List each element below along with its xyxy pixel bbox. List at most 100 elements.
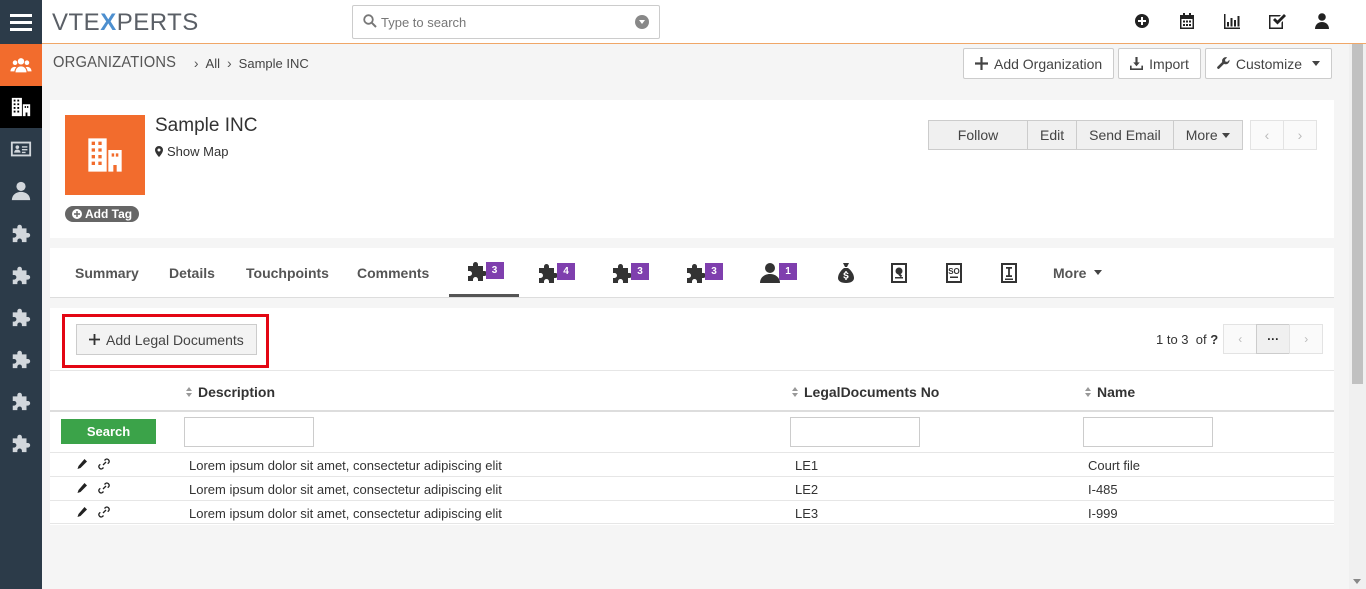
pagination-total[interactable]: ? bbox=[1210, 332, 1218, 347]
tab-contacts[interactable]: 1 bbox=[758, 248, 797, 297]
more-actions-label: More bbox=[1185, 127, 1218, 143]
puzzle-icon bbox=[12, 266, 31, 285]
pencil-icon[interactable] bbox=[76, 482, 88, 494]
page-jump-button[interactable]: ··· bbox=[1256, 324, 1291, 354]
add-tag-button[interactable]: Add Tag bbox=[65, 206, 140, 222]
tab-sales-orders[interactable]: SO bbox=[942, 248, 966, 297]
cell-legaldocuments-no: LE3 bbox=[795, 506, 819, 521]
table-row[interactable]: Lorem ipsum dolor sit amet, consectetur … bbox=[50, 476, 1334, 500]
link-icon[interactable] bbox=[98, 482, 110, 494]
follow-button[interactable]: Follow bbox=[928, 120, 1028, 150]
add-organization-button[interactable]: Add Organization bbox=[962, 48, 1115, 79]
next-record-button[interactable]: › bbox=[1283, 120, 1317, 150]
sidebar-item-module-5[interactable] bbox=[0, 380, 42, 422]
puzzle-icon bbox=[12, 350, 31, 369]
sidebar-item-module-2[interactable] bbox=[0, 254, 42, 296]
show-map-link[interactable]: Show Map bbox=[155, 144, 228, 159]
tab-invoices[interactable] bbox=[997, 248, 1021, 297]
vertical-scrollbar[interactable] bbox=[1349, 44, 1366, 589]
customize-button[interactable]: Customize bbox=[1204, 48, 1332, 79]
tab-comments[interactable]: Comments bbox=[357, 248, 429, 297]
sidebar-item-module-4[interactable] bbox=[0, 338, 42, 380]
table-row[interactable]: Lorem ipsum dolor sit amet, consectetur … bbox=[50, 452, 1334, 476]
calendar-button[interactable] bbox=[1164, 12, 1209, 30]
tasks-button[interactable] bbox=[1254, 12, 1299, 30]
scrollbar-thumb[interactable] bbox=[1352, 44, 1363, 384]
top-bar: VTEXPERTS bbox=[42, 0, 1366, 44]
pencil-icon[interactable] bbox=[76, 506, 88, 518]
header-divider bbox=[50, 410, 1334, 412]
chevron-right-icon: › bbox=[227, 55, 232, 71]
reports-button[interactable] bbox=[1209, 12, 1254, 30]
legaldocuments-no-filter-input[interactable] bbox=[790, 417, 920, 447]
column-header-name[interactable]: Name bbox=[1085, 384, 1135, 400]
link-icon[interactable] bbox=[98, 506, 110, 518]
search-button[interactable]: Search bbox=[61, 419, 156, 444]
quick-create-button[interactable] bbox=[1119, 12, 1164, 30]
tab-related-module-3[interactable]: 3 bbox=[610, 248, 649, 297]
send-email-button[interactable]: Send Email bbox=[1076, 120, 1174, 150]
sidebar-item-module-1[interactable] bbox=[0, 212, 42, 254]
next-page-button[interactable]: › bbox=[1289, 324, 1324, 354]
search-dropdown-icon[interactable] bbox=[635, 15, 649, 29]
tab-count-badge: 4 bbox=[557, 263, 575, 280]
sidebar-item-contact-card[interactable] bbox=[0, 128, 42, 170]
tab-related-module-2[interactable]: 4 bbox=[536, 248, 575, 297]
tab-quotes[interactable] bbox=[887, 248, 911, 297]
import-label: Import bbox=[1149, 55, 1189, 72]
description-filter-input[interactable] bbox=[184, 417, 314, 447]
organization-avatar bbox=[65, 115, 145, 195]
cell-name: I-999 bbox=[1088, 506, 1118, 521]
pencil-icon[interactable] bbox=[76, 458, 88, 470]
wrench-icon bbox=[1217, 57, 1230, 69]
cell-description: Lorem ipsum dolor sit amet, consectetur … bbox=[189, 482, 502, 497]
tab-summary[interactable]: Summary bbox=[75, 248, 139, 297]
show-map-label: Show Map bbox=[167, 144, 229, 159]
tab-legal-documents[interactable]: 3 bbox=[449, 248, 519, 297]
column-label: Name bbox=[1097, 384, 1136, 400]
tab-related-module-4[interactable]: 3 bbox=[684, 248, 723, 297]
more-actions-button[interactable]: More bbox=[1172, 120, 1243, 150]
svg-text:SO: SO bbox=[948, 267, 960, 276]
tab-touchpoints[interactable]: Touchpoints bbox=[246, 248, 329, 297]
table-row[interactable]: Lorem ipsum dolor sit amet, consectetur … bbox=[50, 500, 1334, 524]
tab-more[interactable]: More bbox=[1053, 248, 1103, 297]
reports-icon bbox=[1223, 14, 1240, 29]
add-legal-documents-button[interactable]: Add Legal Documents bbox=[76, 324, 257, 355]
sidebar-item-contacts-group[interactable] bbox=[0, 44, 42, 86]
breadcrumb-module[interactable]: ORGANIZATIONS bbox=[53, 54, 176, 72]
column-header-description[interactable]: Description bbox=[186, 384, 275, 400]
sidebar-item-person[interactable] bbox=[0, 170, 42, 212]
pagination-text: 1 to 3 of ? bbox=[1156, 332, 1218, 347]
previous-record-button[interactable]: ‹ bbox=[1250, 120, 1284, 150]
logo-text-right: PERTS bbox=[116, 9, 199, 36]
breadcrumb-filter[interactable]: All bbox=[206, 56, 220, 71]
caret-down-icon bbox=[1094, 270, 1103, 275]
chevron-right-icon: › bbox=[1297, 127, 1303, 143]
name-filter-input[interactable] bbox=[1083, 417, 1213, 447]
edit-button[interactable]: Edit bbox=[1027, 120, 1078, 150]
sidebar-item-module-3[interactable] bbox=[0, 296, 42, 338]
sidebar-item-module-6[interactable] bbox=[0, 422, 42, 464]
link-icon[interactable] bbox=[98, 458, 110, 470]
previous-page-button[interactable]: ‹ bbox=[1223, 324, 1258, 354]
calendar-icon bbox=[1179, 13, 1194, 29]
breadcrumb-record: Sample INC bbox=[238, 55, 309, 71]
app-logo[interactable]: VTEXPERTS bbox=[52, 9, 199, 37]
search-icon bbox=[363, 14, 377, 28]
column-header-legaldocuments-no[interactable]: LegalDocuments No bbox=[792, 384, 939, 400]
caret-down-icon bbox=[1312, 61, 1320, 66]
chevron-left-icon: ‹ bbox=[1264, 127, 1270, 143]
user-menu-button[interactable] bbox=[1299, 12, 1344, 30]
search-input[interactable] bbox=[381, 13, 621, 31]
scroll-down-arrow-icon[interactable] bbox=[1353, 579, 1361, 584]
menu-icon[interactable] bbox=[0, 0, 42, 44]
tab-details[interactable]: Details bbox=[169, 248, 215, 297]
import-button[interactable]: Import bbox=[1118, 48, 1201, 79]
cell-name: I-485 bbox=[1088, 482, 1118, 497]
contact-card-icon bbox=[10, 141, 32, 157]
cell-name: Court file bbox=[1088, 458, 1141, 473]
sidebar-item-organizations[interactable] bbox=[0, 86, 42, 128]
tab-opportunities[interactable] bbox=[834, 248, 858, 297]
tasks-icon bbox=[1268, 14, 1286, 29]
